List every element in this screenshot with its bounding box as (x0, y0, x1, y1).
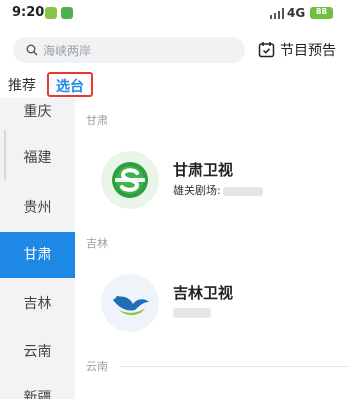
sidebar-item-gansu[interactable]: 甘肃 (0, 232, 75, 278)
channel-card-jilin[interactable]: 吉林卫视 (101, 274, 341, 334)
gansu-tv-logo (101, 151, 159, 209)
search-icon (26, 44, 38, 56)
status-time: 9:20 (12, 5, 45, 20)
section-title-gansu: 甘肃 (86, 114, 108, 127)
sidebar-item-chongqing[interactable]: 重庆 (0, 94, 75, 130)
sidebar-item-guizhou[interactable]: 贵州 (0, 190, 75, 226)
channel-name: 吉林卫视 (173, 284, 234, 302)
section-divider (120, 366, 350, 367)
channel-program: 雄关剧场: (173, 182, 263, 198)
channel-program (173, 308, 211, 318)
sidebar-item-fujian[interactable]: 福建 (0, 140, 75, 176)
battery-icon: 88 (310, 7, 333, 19)
sidebar-item-yunnan[interactable]: 云南 (0, 334, 75, 370)
tab-select-station-label: 选台 (56, 79, 84, 95)
jilin-tv-logo (101, 274, 159, 332)
sidebar-item-xinjiang[interactable]: 新疆 (0, 380, 75, 399)
signal-icon (270, 8, 284, 19)
province-sidebar[interactable]: 重庆 福建 贵州 甘肃 吉林 云南 新疆 (0, 98, 75, 399)
notification-message-icon (61, 7, 73, 19)
channel-card-gansu[interactable]: 甘肃卫视 雄关剧场: (101, 151, 341, 211)
calendar-icon (258, 42, 275, 58)
channel-name: 甘肃卫视 (173, 161, 234, 179)
network-type: 4G (287, 6, 306, 20)
section-title-jilin: 吉林 (86, 237, 108, 250)
status-bar: 9:20 4G 88 (0, 0, 350, 28)
search-placeholder: 海峡两岸 (43, 44, 92, 58)
search-input[interactable]: 海峡两岸 (13, 37, 245, 63)
battery-level: 88 (315, 7, 328, 16)
notification-app-icon (45, 7, 57, 19)
program-preview-label: 节目预告 (280, 43, 336, 59)
sidebar-item-jilin[interactable]: 吉林 (0, 286, 75, 322)
tab-recommend[interactable]: 推荐 (8, 75, 36, 95)
section-title-yunnan: 云南 (86, 360, 108, 373)
